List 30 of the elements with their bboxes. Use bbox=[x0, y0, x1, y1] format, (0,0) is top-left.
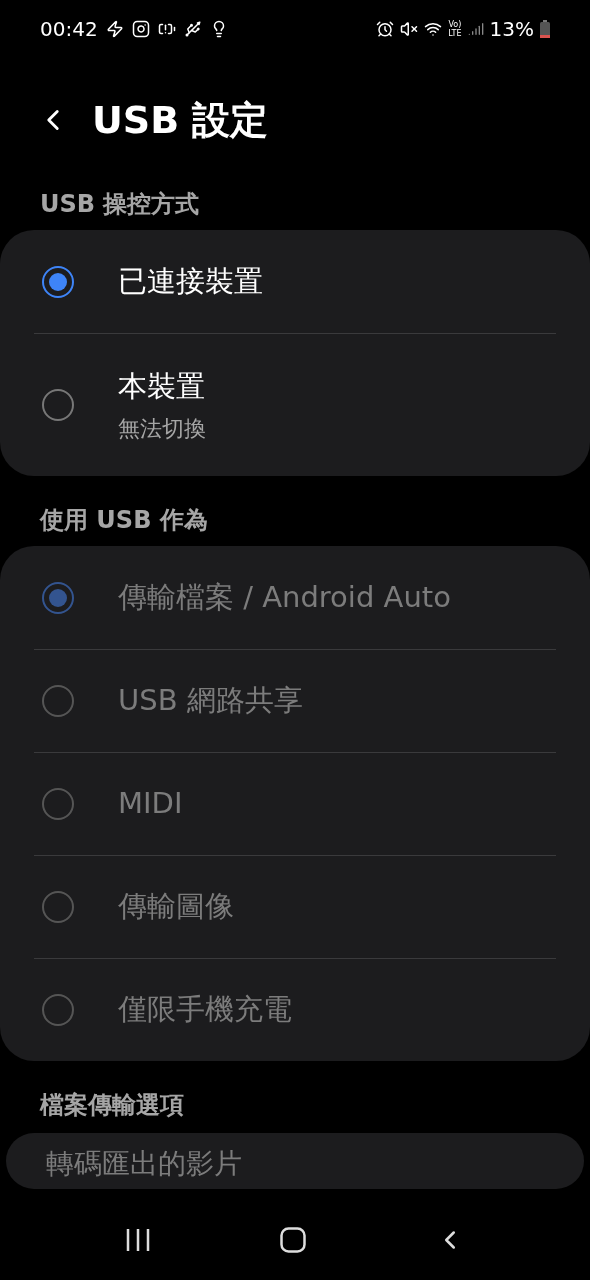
status-time: 00:42 bbox=[40, 16, 98, 43]
page-title: USB 設定 bbox=[92, 96, 269, 144]
option-label: MIDI bbox=[118, 785, 183, 823]
recent-apps-icon[interactable] bbox=[124, 1228, 151, 1252]
radio-option[interactable]: 已連接裝置 bbox=[34, 230, 556, 333]
option-label: 本裝置 bbox=[118, 367, 206, 405]
option-label: 轉碼匯出的影片 bbox=[46, 1147, 242, 1180]
radio-option[interactable]: 本裝置 無法切換 bbox=[34, 333, 556, 476]
radio-button[interactable] bbox=[42, 389, 74, 421]
option-label: 傳輸檔案 / Android Auto bbox=[118, 578, 451, 616]
alarm-icon bbox=[376, 20, 395, 38]
battery-percent: 13% bbox=[489, 16, 534, 43]
signal-icon bbox=[467, 21, 484, 37]
wifi-icon bbox=[424, 20, 443, 38]
lightning-icon bbox=[105, 20, 124, 38]
network-label: Vo) LTE bbox=[448, 20, 462, 38]
option-label: 僅限手機充電 bbox=[118, 991, 292, 1029]
section-header: 使用 USB 作為 bbox=[38, 505, 209, 536]
radio-button[interactable] bbox=[42, 265, 74, 298]
option-label: 已連接裝置 bbox=[118, 262, 263, 300]
mute-icon bbox=[400, 20, 419, 38]
option-subtitle: 無法切換 bbox=[118, 415, 206, 444]
usb-icon bbox=[183, 20, 202, 38]
home-icon[interactable] bbox=[280, 1227, 306, 1253]
battery-icon bbox=[540, 20, 550, 38]
camera-icon bbox=[131, 20, 150, 38]
section-header: 檔案傳輸選項 bbox=[38, 1090, 185, 1121]
option-label: USB 網路共享 bbox=[118, 682, 303, 720]
option-label: 傳輸圖像 bbox=[118, 888, 234, 926]
section-header: USB 操控方式 bbox=[39, 189, 201, 220]
